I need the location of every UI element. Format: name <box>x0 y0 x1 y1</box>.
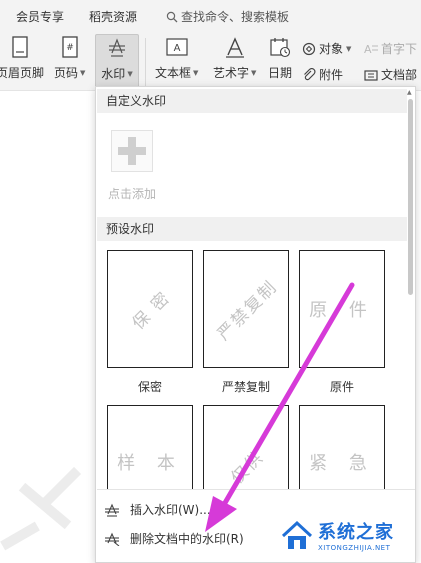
command-search[interactable]: 查找命令、搜索模板 <box>166 8 289 25</box>
logo-name: 系统之家 <box>318 522 394 543</box>
object-icon <box>302 42 316 55</box>
delete-watermark-label: 删除文档中的水印(R) <box>130 532 244 546</box>
header-footer-label: 页眉页脚 <box>0 66 45 80</box>
ribbon-toolbar: 页眉页脚 # 页码 ▼ 水印 ▼ A 文本框 ▼ 艺术字 ▼ 日期 对象 ▼ 附… <box>0 30 421 90</box>
delete-watermark-item[interactable]: 删除文档中的水印(R) <box>104 530 244 547</box>
page-number-label: 页码 <box>54 66 79 80</box>
watermark-preview-text: 严禁复制 <box>213 276 282 345</box>
doc-part-label: 文档部 <box>381 68 418 82</box>
background-watermark-stroke <box>0 521 40 551</box>
textbox-icon: A <box>166 34 188 60</box>
preset-watermark-tile[interactable]: 样 本 <box>107 405 193 489</box>
watermark-label: 水印 <box>101 67 126 81</box>
search-icon <box>166 11 178 22</box>
date-label: 日期 <box>268 66 293 80</box>
site-logo: 系统之家 XITONGZHIJIA.NET <box>280 510 418 560</box>
watermark-icon <box>105 503 119 517</box>
panel-scrollbar[interactable]: ▲ <box>407 89 415 489</box>
plus-icon <box>118 137 146 165</box>
custom-watermark-header: 自定义水印 <box>97 89 407 113</box>
preset-watermark-tile[interactable]: 保 密 <box>107 250 193 368</box>
chevron-down-icon: ▼ <box>127 69 133 78</box>
wordart-icon <box>224 34 246 60</box>
search-text: 查找命令、搜索模板 <box>181 10 290 24</box>
svg-text:A: A <box>173 43 180 54</box>
textbox-label: 文本框 <box>155 66 192 80</box>
insert-watermark-label: 插入水印(W)... <box>130 503 211 517</box>
menu-item-member[interactable]: 会员专享 <box>16 8 64 25</box>
paperclip-icon <box>304 67 316 80</box>
wordart-button[interactable]: 艺术字 ▼ <box>213 34 256 81</box>
preset-watermark-label: 严禁复制 <box>221 380 270 394</box>
drop-cap-icon: A <box>364 43 378 56</box>
watermark-preview-text: 仅供 <box>227 447 269 489</box>
scroll-up-icon[interactable]: ▲ <box>407 89 412 96</box>
preset-watermark-tile[interactable]: 紧 急 <box>299 405 385 489</box>
watermark-dropdown: 自定义水印 点击添加 预设水印 保 密 保密 严禁复制 严禁复制 原 件 原件 … <box>95 86 416 563</box>
drop-cap-label: 首字下 <box>381 42 418 56</box>
watermark-preview-text: 保 密 <box>128 287 175 334</box>
preset-watermark-tile[interactable]: 严禁复制 <box>203 250 289 368</box>
header-footer-icon <box>9 34 31 60</box>
wordart-label: 艺术字 <box>213 66 250 80</box>
header-footer-button[interactable]: 页眉页脚 <box>0 34 44 81</box>
page-number-button[interactable]: # 页码 ▼ <box>54 34 85 81</box>
scrollbar-thumb[interactable] <box>408 99 413 295</box>
ribbon-divider <box>145 38 146 86</box>
watermark-icon <box>106 35 128 61</box>
menu-item-docer[interactable]: 稻壳资源 <box>89 8 137 25</box>
date-button[interactable]: 日期 <box>268 34 292 81</box>
preset-watermark-label: 原件 <box>329 380 354 394</box>
svg-text:#: # <box>66 43 74 53</box>
watermark-preview-text: 原 件 <box>309 300 375 321</box>
chevron-down-icon: ▼ <box>346 44 352 53</box>
drop-cap-button[interactable]: A 首字下 <box>364 40 417 57</box>
logo-subtitle: XITONGZHIJIA.NET <box>318 544 391 552</box>
add-custom-watermark-tile[interactable] <box>111 130 153 172</box>
watermark-preview-text: 样 本 <box>117 453 183 474</box>
remove-watermark-icon <box>105 532 120 546</box>
preset-watermark-tile[interactable]: 原 件 <box>299 250 385 368</box>
chevron-down-icon: ▼ <box>193 68 199 77</box>
preset-watermark-header: 预设水印 <box>97 217 407 241</box>
watermark-button[interactable]: 水印 ▼ <box>95 34 139 88</box>
watermark-preview-text: 紧 急 <box>309 453 375 474</box>
doc-part-icon <box>364 69 378 81</box>
attachment-button[interactable]: 附件 <box>302 66 343 83</box>
panel-divider <box>97 489 415 490</box>
preset-watermark-label: 保密 <box>137 380 162 394</box>
textbox-button[interactable]: A 文本框 ▼ <box>155 34 198 81</box>
calendar-icon <box>269 34 291 60</box>
object-label: 对象 <box>319 42 344 56</box>
house-logo-icon <box>281 520 313 549</box>
object-button[interactable]: 对象 ▼ <box>302 40 351 57</box>
svg-text:A: A <box>364 43 372 56</box>
insert-watermark-item[interactable]: 插入水印(W)... <box>104 501 211 518</box>
chevron-down-icon: ▼ <box>251 68 257 77</box>
add-custom-watermark-label: 点击添加 <box>108 187 157 201</box>
menu-bar: 会员专享 稻壳资源 查找命令、搜索模板 <box>0 0 421 30</box>
background-watermark-stroke <box>42 466 82 506</box>
doc-part-button[interactable]: 文档部 <box>364 66 417 83</box>
chevron-down-icon: ▼ <box>80 68 86 77</box>
attachment-label: 附件 <box>319 68 344 82</box>
page-number-icon: # <box>59 34 81 60</box>
preset-watermark-tile[interactable]: 仅供 <box>203 405 289 489</box>
